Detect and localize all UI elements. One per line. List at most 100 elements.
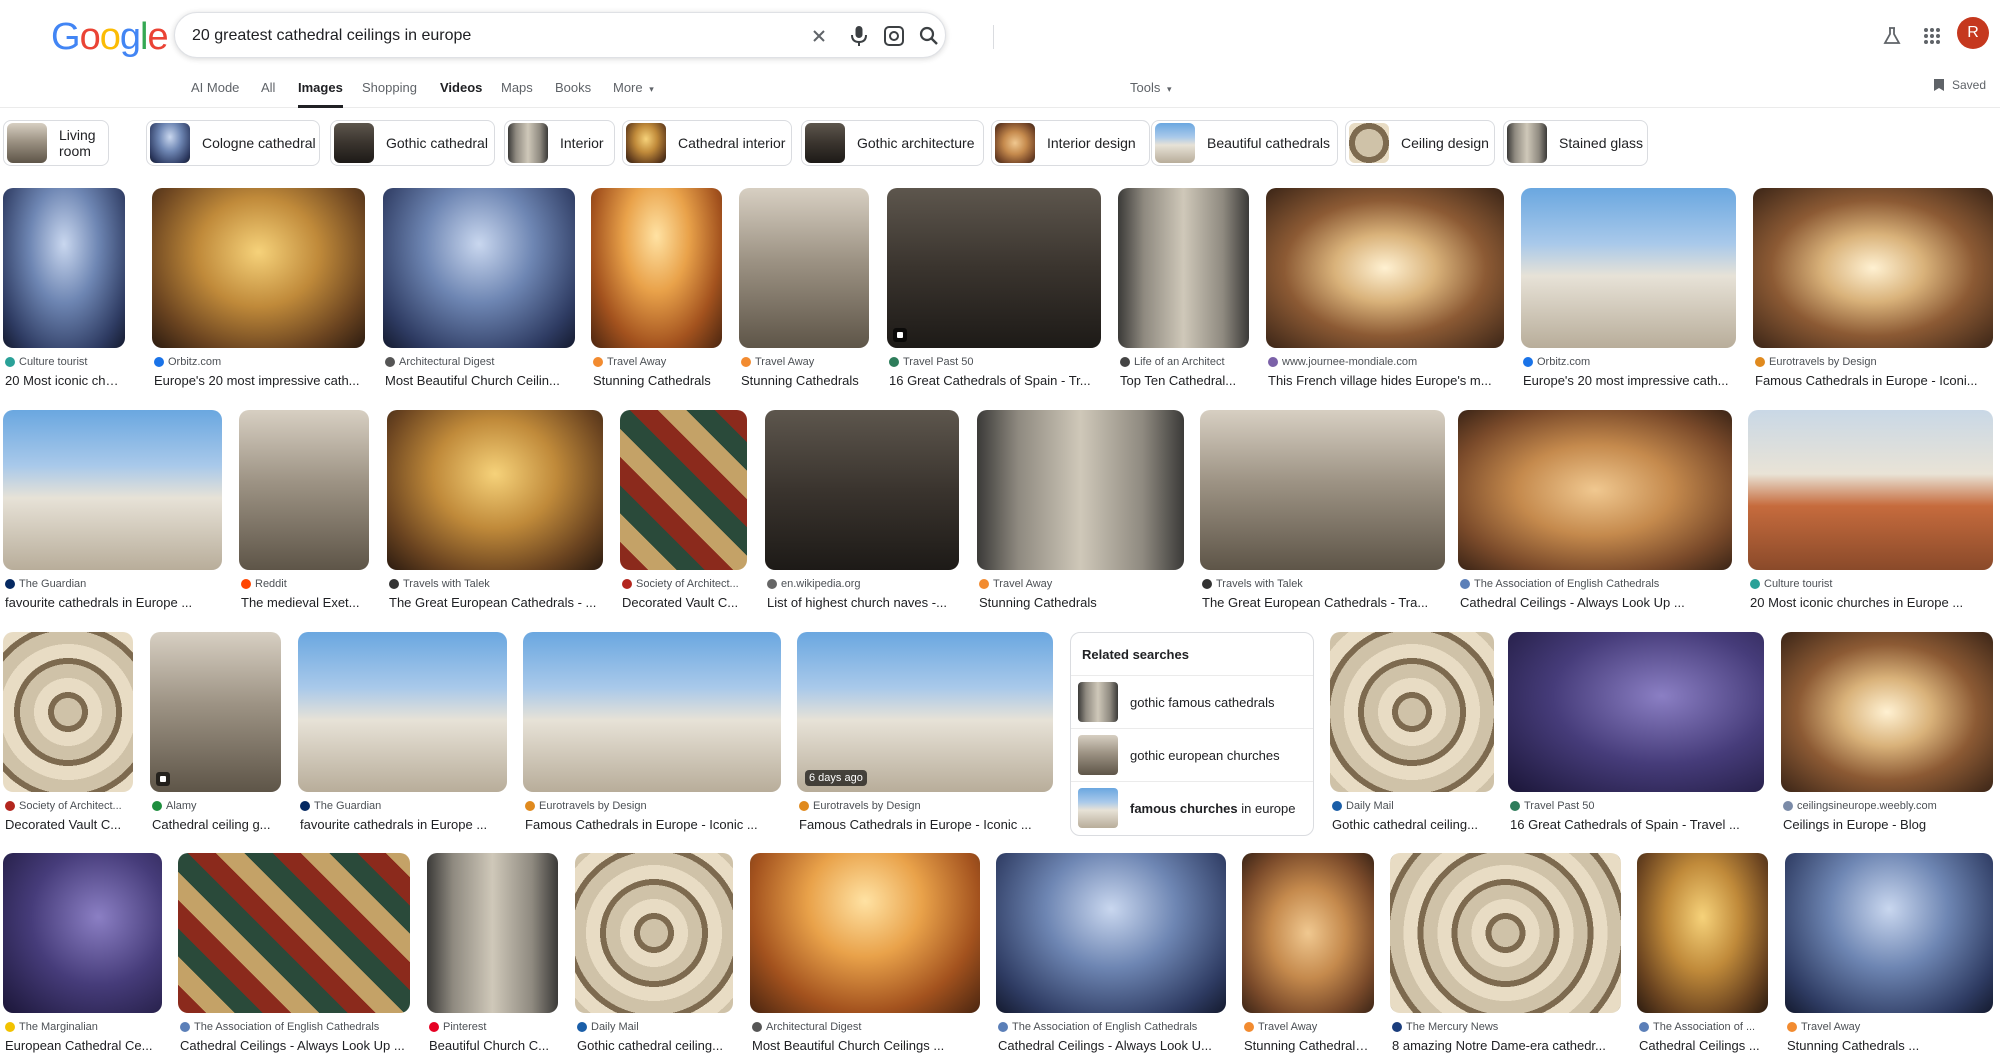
image-result[interactable]: 6 days ago Eurotravels by Design Famous Ca… bbox=[797, 632, 1053, 840]
result-title[interactable]: Most Beautiful Church Ceilin... bbox=[385, 373, 573, 388]
image-result[interactable]: en.wikipedia.org List of highest church n… bbox=[765, 410, 959, 618]
search-icon[interactable] bbox=[915, 22, 943, 50]
result-source[interactable]: Culture tourist bbox=[1750, 578, 1991, 590]
result-thumbnail[interactable] bbox=[1330, 632, 1494, 792]
result-source[interactable]: Travel Away bbox=[1787, 1021, 1991, 1033]
result-source[interactable]: Travel Past 50 bbox=[889, 356, 1099, 368]
microphone-icon[interactable] bbox=[845, 22, 873, 50]
chip-beautiful-cathedrals[interactable]: Beautiful cathedrals bbox=[1151, 120, 1338, 166]
result-title[interactable]: Decorated Vault C... bbox=[5, 817, 131, 832]
result-thumbnail[interactable] bbox=[591, 188, 722, 348]
result-source[interactable]: The Association of ... bbox=[1639, 1021, 1766, 1033]
result-title[interactable]: Famous Cathedrals in Europe - Iconic ... bbox=[799, 817, 1051, 832]
result-thumbnail[interactable] bbox=[1266, 188, 1504, 348]
result-title[interactable]: Europe's 20 most impressive cath... bbox=[154, 373, 363, 388]
image-result[interactable]: The Association of ... Cathedral Ceilings… bbox=[1637, 853, 1768, 1061]
result-title[interactable]: 16 Great Cathedrals of Spain - Tr... bbox=[889, 373, 1099, 388]
account-avatar[interactable]: R bbox=[1957, 17, 1989, 49]
result-thumbnail[interactable] bbox=[239, 410, 369, 570]
result-title[interactable]: Europe's 20 most impressive cath... bbox=[1523, 373, 1734, 388]
result-thumbnail[interactable] bbox=[1242, 853, 1374, 1013]
image-result[interactable]: Travel Away Stunning Cathedrals ... bbox=[1785, 853, 1993, 1061]
result-thumbnail[interactable] bbox=[3, 632, 133, 792]
result-thumbnail[interactable] bbox=[1753, 188, 1993, 348]
image-result[interactable]: Architectural Digest Most Beautiful Churc… bbox=[383, 188, 575, 396]
tab-all[interactable]: All bbox=[261, 80, 275, 108]
image-result[interactable]: Culture tourist 20 Most iconic chu... bbox=[3, 188, 125, 396]
result-source[interactable]: en.wikipedia.org bbox=[767, 578, 957, 590]
result-title[interactable]: Famous Cathedrals in Europe - Iconic ... bbox=[525, 817, 779, 832]
image-result[interactable]: Pinterest Beautiful Church C... bbox=[427, 853, 558, 1061]
result-thumbnail[interactable] bbox=[620, 410, 747, 570]
result-source[interactable]: Travel Away bbox=[979, 578, 1182, 590]
result-source[interactable]: Daily Mail bbox=[1332, 800, 1492, 812]
result-source[interactable]: Travel Past 50 bbox=[1510, 800, 1762, 812]
result-title[interactable]: 16 Great Cathedrals of Spain - Travel ..… bbox=[1510, 817, 1762, 832]
result-source[interactable]: Travel Away bbox=[593, 356, 720, 368]
tab-ai-mode[interactable]: AI Mode bbox=[191, 80, 239, 108]
image-result[interactable]: Orbitz.com Europe's 20 most impressive ca… bbox=[152, 188, 365, 396]
chip-stained-glass[interactable]: Stained glass bbox=[1503, 120, 1648, 166]
image-result[interactable]: The Mercury News 8 amazing Notre Dame-era… bbox=[1390, 853, 1621, 1061]
result-thumbnail[interactable] bbox=[1637, 853, 1768, 1013]
tools-menu[interactable]: Tools ▾ bbox=[1130, 80, 1172, 95]
related-search-item[interactable]: gothic european churches bbox=[1071, 728, 1313, 781]
result-source[interactable]: Life of an Architect bbox=[1120, 356, 1247, 368]
image-result[interactable]: Travels with Talek The Great European Cat… bbox=[1200, 410, 1445, 618]
result-source[interactable]: Alamy bbox=[152, 800, 279, 812]
result-thumbnail[interactable] bbox=[1200, 410, 1445, 570]
tab-images[interactable]: Images bbox=[298, 80, 343, 108]
result-thumbnail[interactable] bbox=[977, 410, 1184, 570]
image-result[interactable]: Travel Away Stunning Cathedrals bbox=[591, 188, 722, 396]
result-source[interactable]: Eurotravels by Design bbox=[799, 800, 1051, 812]
result-thumbnail[interactable] bbox=[387, 410, 603, 570]
chip-cathedral-interior[interactable]: Cathedral interior bbox=[622, 120, 792, 166]
result-thumbnail[interactable] bbox=[1521, 188, 1736, 348]
chip-interior-design[interactable]: Interior design bbox=[991, 120, 1150, 166]
image-result[interactable]: Travel Away Stunning Cathedrals bbox=[739, 188, 869, 396]
related-search-item[interactable]: gothic famous cathedrals bbox=[1071, 675, 1313, 728]
result-source[interactable]: Daily Mail bbox=[577, 1021, 731, 1033]
result-thumbnail[interactable] bbox=[1748, 410, 1993, 570]
image-result[interactable]: Travels with Talek The Great European Cat… bbox=[387, 410, 603, 618]
apps-grid-icon[interactable] bbox=[1914, 18, 1950, 54]
image-result[interactable]: The Association of English Cathedrals Cat… bbox=[996, 853, 1226, 1061]
result-title[interactable]: This French village hides Europe's m... bbox=[1268, 373, 1502, 388]
image-result[interactable]: Eurotravels by Design Famous Cathedrals i… bbox=[1753, 188, 1993, 396]
image-result[interactable]: Society of Architect... Decorated Vault C… bbox=[3, 632, 133, 840]
image-result[interactable]: The Association of English Cathedrals Cat… bbox=[178, 853, 410, 1061]
result-source[interactable]: Eurotravels by Design bbox=[525, 800, 779, 812]
result-source[interactable]: The Association of English Cathedrals bbox=[180, 1021, 408, 1033]
result-source[interactable]: Travels with Talek bbox=[1202, 578, 1443, 590]
result-thumbnail[interactable] bbox=[3, 853, 162, 1013]
result-thumbnail[interactable] bbox=[575, 853, 733, 1013]
image-result[interactable]: The Marginalian European Cathedral Ce... bbox=[3, 853, 162, 1061]
result-thumbnail[interactable] bbox=[3, 188, 125, 348]
image-result[interactable]: Daily Mail Gothic cathedral ceiling... bbox=[575, 853, 733, 1061]
labs-flask-icon[interactable] bbox=[1874, 18, 1910, 54]
result-thumbnail[interactable] bbox=[152, 188, 365, 348]
result-title[interactable]: Stunning Cathedrals bbox=[979, 595, 1182, 610]
result-thumbnail[interactable] bbox=[178, 853, 410, 1013]
result-title[interactable]: 20 Most iconic chu... bbox=[5, 373, 123, 388]
result-title[interactable]: The Great European Cathedrals - Tra... bbox=[1202, 595, 1443, 610]
image-result[interactable]: The Association of English Cathedrals Cat… bbox=[1458, 410, 1732, 618]
result-title[interactable]: favourite cathedrals in Europe ... bbox=[300, 817, 505, 832]
image-result[interactable]: Society of Architect... Decorated Vault C… bbox=[620, 410, 747, 618]
image-result[interactable]: Travel Away Stunning Cathedrals bbox=[977, 410, 1184, 618]
result-title[interactable]: favourite cathedrals in Europe ... bbox=[5, 595, 220, 610]
result-title[interactable]: Stunning Cathedrals bbox=[741, 373, 867, 388]
clear-icon[interactable] bbox=[805, 22, 833, 50]
result-title[interactable]: Gothic cathedral ceiling... bbox=[1332, 817, 1492, 832]
result-thumbnail[interactable]: 6 days ago bbox=[797, 632, 1053, 792]
chip-ceiling-design[interactable]: Ceiling design bbox=[1345, 120, 1495, 166]
chip-gothic-architecture[interactable]: Gothic architecture bbox=[801, 120, 984, 166]
related-search-item[interactable]: famous churches in europe bbox=[1071, 781, 1313, 834]
image-result[interactable]: The Guardian favourite cathedrals in Euro… bbox=[3, 410, 222, 618]
result-source[interactable]: The Mercury News bbox=[1392, 1021, 1619, 1033]
tab-maps[interactable]: Maps bbox=[501, 80, 533, 108]
result-title[interactable]: Cathedral ceiling g... bbox=[152, 817, 279, 832]
chip-cologne-cathedral[interactable]: Cologne cathedral bbox=[146, 120, 320, 166]
image-result[interactable]: Culture tourist 20 Most iconic churches i… bbox=[1748, 410, 1993, 618]
result-source[interactable]: Society of Architect... bbox=[622, 578, 745, 590]
